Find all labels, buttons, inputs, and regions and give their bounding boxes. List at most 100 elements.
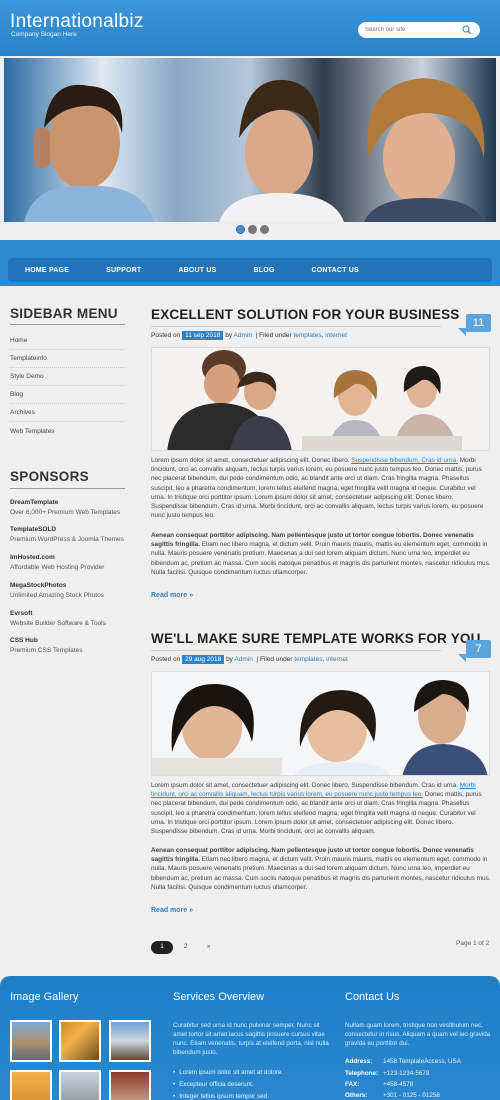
tag-link[interactable]: templates xyxy=(294,656,322,663)
contact-text: Nullam quam lorem, tristique non vestibu… xyxy=(345,1022,491,1047)
nav-about[interactable]: ABOUT US xyxy=(178,267,216,274)
services-title: Services Overview xyxy=(173,991,265,1003)
sidebar-item-style-demo[interactable]: Style Demo xyxy=(10,373,125,386)
nav-blog[interactable]: BLOG xyxy=(253,267,274,274)
tag-link[interactable]: templates xyxy=(293,332,321,339)
comment-count-badge[interactable]: 11 xyxy=(466,314,491,332)
gallery-thumb[interactable] xyxy=(10,1070,52,1100)
sidebar-item-home[interactable]: Home xyxy=(10,337,125,350)
post-text: Lorem ipsum dolor sit amet, consectetuer… xyxy=(151,457,350,464)
contact-value: +301 - 0125 - 01258 xyxy=(383,1092,440,1099)
gallery-thumb[interactable] xyxy=(109,1070,151,1100)
sponsor-name: DreamTemplate xyxy=(10,499,59,506)
contact-value: 1458 TemplateAccess, USA xyxy=(383,1058,461,1065)
sponsor-item[interactable]: DreamTemplate Over 6,000+ Premium Web Te… xyxy=(10,499,135,516)
contact-key: Others: xyxy=(345,1092,368,1099)
post-date: 11 sep 2018 xyxy=(182,331,224,340)
post-title[interactable]: EXCELLENT SOLUTION FOR YOUR BUSINESS xyxy=(151,307,459,322)
contact-row: FAX: +458-4578 xyxy=(345,1081,413,1088)
post-meta: Posted on 11 sep 2018 by Admin | Filed u… xyxy=(151,331,347,340)
contact-value: +123-1234-5678 xyxy=(383,1070,430,1077)
gallery-title: Image Gallery xyxy=(10,991,79,1003)
list-item: Integer tellus ipsum tempor sed. xyxy=(173,1091,283,1100)
page-count: Page 1 of 2 xyxy=(456,940,490,947)
post-text: Morbi tincidunt, orci ac convallis aliqu… xyxy=(151,457,484,520)
tag-link[interactable]: internet xyxy=(325,332,347,339)
divider xyxy=(151,326,441,327)
post-image xyxy=(151,347,490,451)
sidebar-item-archives[interactable]: Archives xyxy=(10,409,125,422)
sponsor-desc: Website Builder Software & Tools xyxy=(10,620,106,627)
sidebar-item-templateinfo[interactable]: Templateinfo xyxy=(10,355,125,368)
sponsor-name: ImHosted.com xyxy=(10,554,55,561)
post-paragraph: Aenean consequat porttitor adipiscing. N… xyxy=(151,531,491,577)
post-text: Lorem ipsum dolor sit amet, consectetuer… xyxy=(151,782,458,789)
sponsor-item[interactable]: TemplateSOLD Premium WordPress & Joomla … xyxy=(10,526,135,543)
gallery-thumb[interactable] xyxy=(10,1020,52,1062)
main-nav: HOME PAGE SUPPORT ABOUT US BLOG CONTACT … xyxy=(8,258,492,282)
sponsor-item[interactable]: CSS Hub Premium CSS Templates xyxy=(10,637,135,654)
divider xyxy=(10,324,125,325)
post-image xyxy=(151,671,490,776)
sponsor-item[interactable]: ImHosted.com Affordable Web Hosting Prov… xyxy=(10,554,135,571)
comment-count-badge[interactable]: 7 xyxy=(466,640,491,658)
slider-dot-3[interactable] xyxy=(260,225,269,234)
read-more-link[interactable]: Read more » xyxy=(151,907,193,914)
site-logo[interactable]: Internationalbiz xyxy=(10,11,144,33)
search-icon[interactable] xyxy=(462,25,472,35)
contact-key: Telephone: xyxy=(345,1070,379,1077)
slider-dots xyxy=(236,225,269,234)
site-slogan: Company Slogan Here xyxy=(11,31,77,38)
post-meta: Posted on 29 aug 2018 by Admin | Filed u… xyxy=(151,655,348,664)
sponsor-item[interactable]: Evrsoft Website Builder Software & Tools xyxy=(10,610,135,627)
contact-key: FAX: xyxy=(345,1081,360,1088)
sponsor-desc: Over 6,000+ Premium Web Templates xyxy=(10,509,121,516)
filed-under-label: | Filed under xyxy=(255,332,292,339)
slider-dot-2[interactable] xyxy=(248,225,257,234)
hero-slider-image xyxy=(4,58,496,222)
sponsor-desc: Affordable Web Hosting Provider xyxy=(10,564,105,571)
slider-dot-1[interactable] xyxy=(236,225,245,234)
post-text: Etiam nec libero magna, et dictum velit.… xyxy=(151,856,491,891)
filed-under-label: | Filed under xyxy=(256,656,293,663)
gallery-thumb[interactable] xyxy=(59,1020,101,1062)
sponsor-item[interactable]: MegaStockPhotos Unlimited Amazing Stock … xyxy=(10,582,135,599)
contact-row: Address: 1458 TemplateAccess, USA xyxy=(345,1058,461,1065)
nav-contact[interactable]: CONTACT US xyxy=(312,267,359,274)
post-paragraph: Lorem ipsum dolor sit amet, consectetuer… xyxy=(151,781,491,836)
nav-support[interactable]: SUPPORT xyxy=(106,267,141,274)
tag-link[interactable]: internet xyxy=(326,656,348,663)
list-item: Lorem ipsum dolor sit amet at dolore. xyxy=(173,1067,283,1079)
gallery-thumb[interactable] xyxy=(59,1070,101,1100)
sidebar-item-web-templates[interactable]: Web Templates xyxy=(10,428,125,440)
search-input[interactable] xyxy=(365,22,465,38)
nav-home[interactable]: HOME PAGE xyxy=(25,267,69,274)
posted-on-label: Posted on xyxy=(151,332,181,339)
contact-title: Contact Us xyxy=(345,991,400,1003)
pagination-current[interactable]: 1 xyxy=(151,941,173,954)
gallery-thumb[interactable] xyxy=(109,1020,151,1062)
post-title[interactable]: WE'LL MAKE SURE TEMPLATE WORKS FOR YOU xyxy=(151,631,481,646)
header: Internationalbiz Company Slogan Here xyxy=(0,0,500,56)
sidebar-item-blog[interactable]: Blog xyxy=(10,391,125,404)
post-paragraph: Lorem ipsum dolor sit amet, consectetuer… xyxy=(151,456,491,520)
contact-key: Address: xyxy=(345,1058,373,1065)
list-item: Excepteur officia deserunt. xyxy=(173,1079,283,1091)
divider xyxy=(10,488,125,489)
by-label: by xyxy=(225,332,233,339)
author-link[interactable]: Admin xyxy=(234,332,252,339)
sidebar-menu-title: SIDEBAR MENU xyxy=(10,306,118,321)
sponsor-name: Evrsoft xyxy=(10,610,33,617)
post-date: 29 aug 2018 xyxy=(182,655,225,664)
post-paragraph: Aenean consequat porttitor adipiscing. N… xyxy=(151,846,491,892)
sponsor-name: CSS Hub xyxy=(10,637,38,644)
author-link[interactable]: Admin xyxy=(234,656,252,663)
sponsor-desc: Premium WordPress & Joomla Themes xyxy=(10,536,124,543)
inline-link[interactable]: Suspendisse bibendum. Cras id urna. xyxy=(351,457,458,464)
badge-tail xyxy=(458,654,466,662)
read-more-link[interactable]: Read more » xyxy=(151,592,193,599)
pagination-page-2[interactable]: 2 xyxy=(184,944,187,950)
contact-row: Telephone: +123-1234-5678 xyxy=(345,1070,429,1077)
pagination-next-arrow[interactable]: » xyxy=(207,944,210,950)
sponsor-desc: Unlimited Amazing Stock Photos xyxy=(10,592,104,599)
